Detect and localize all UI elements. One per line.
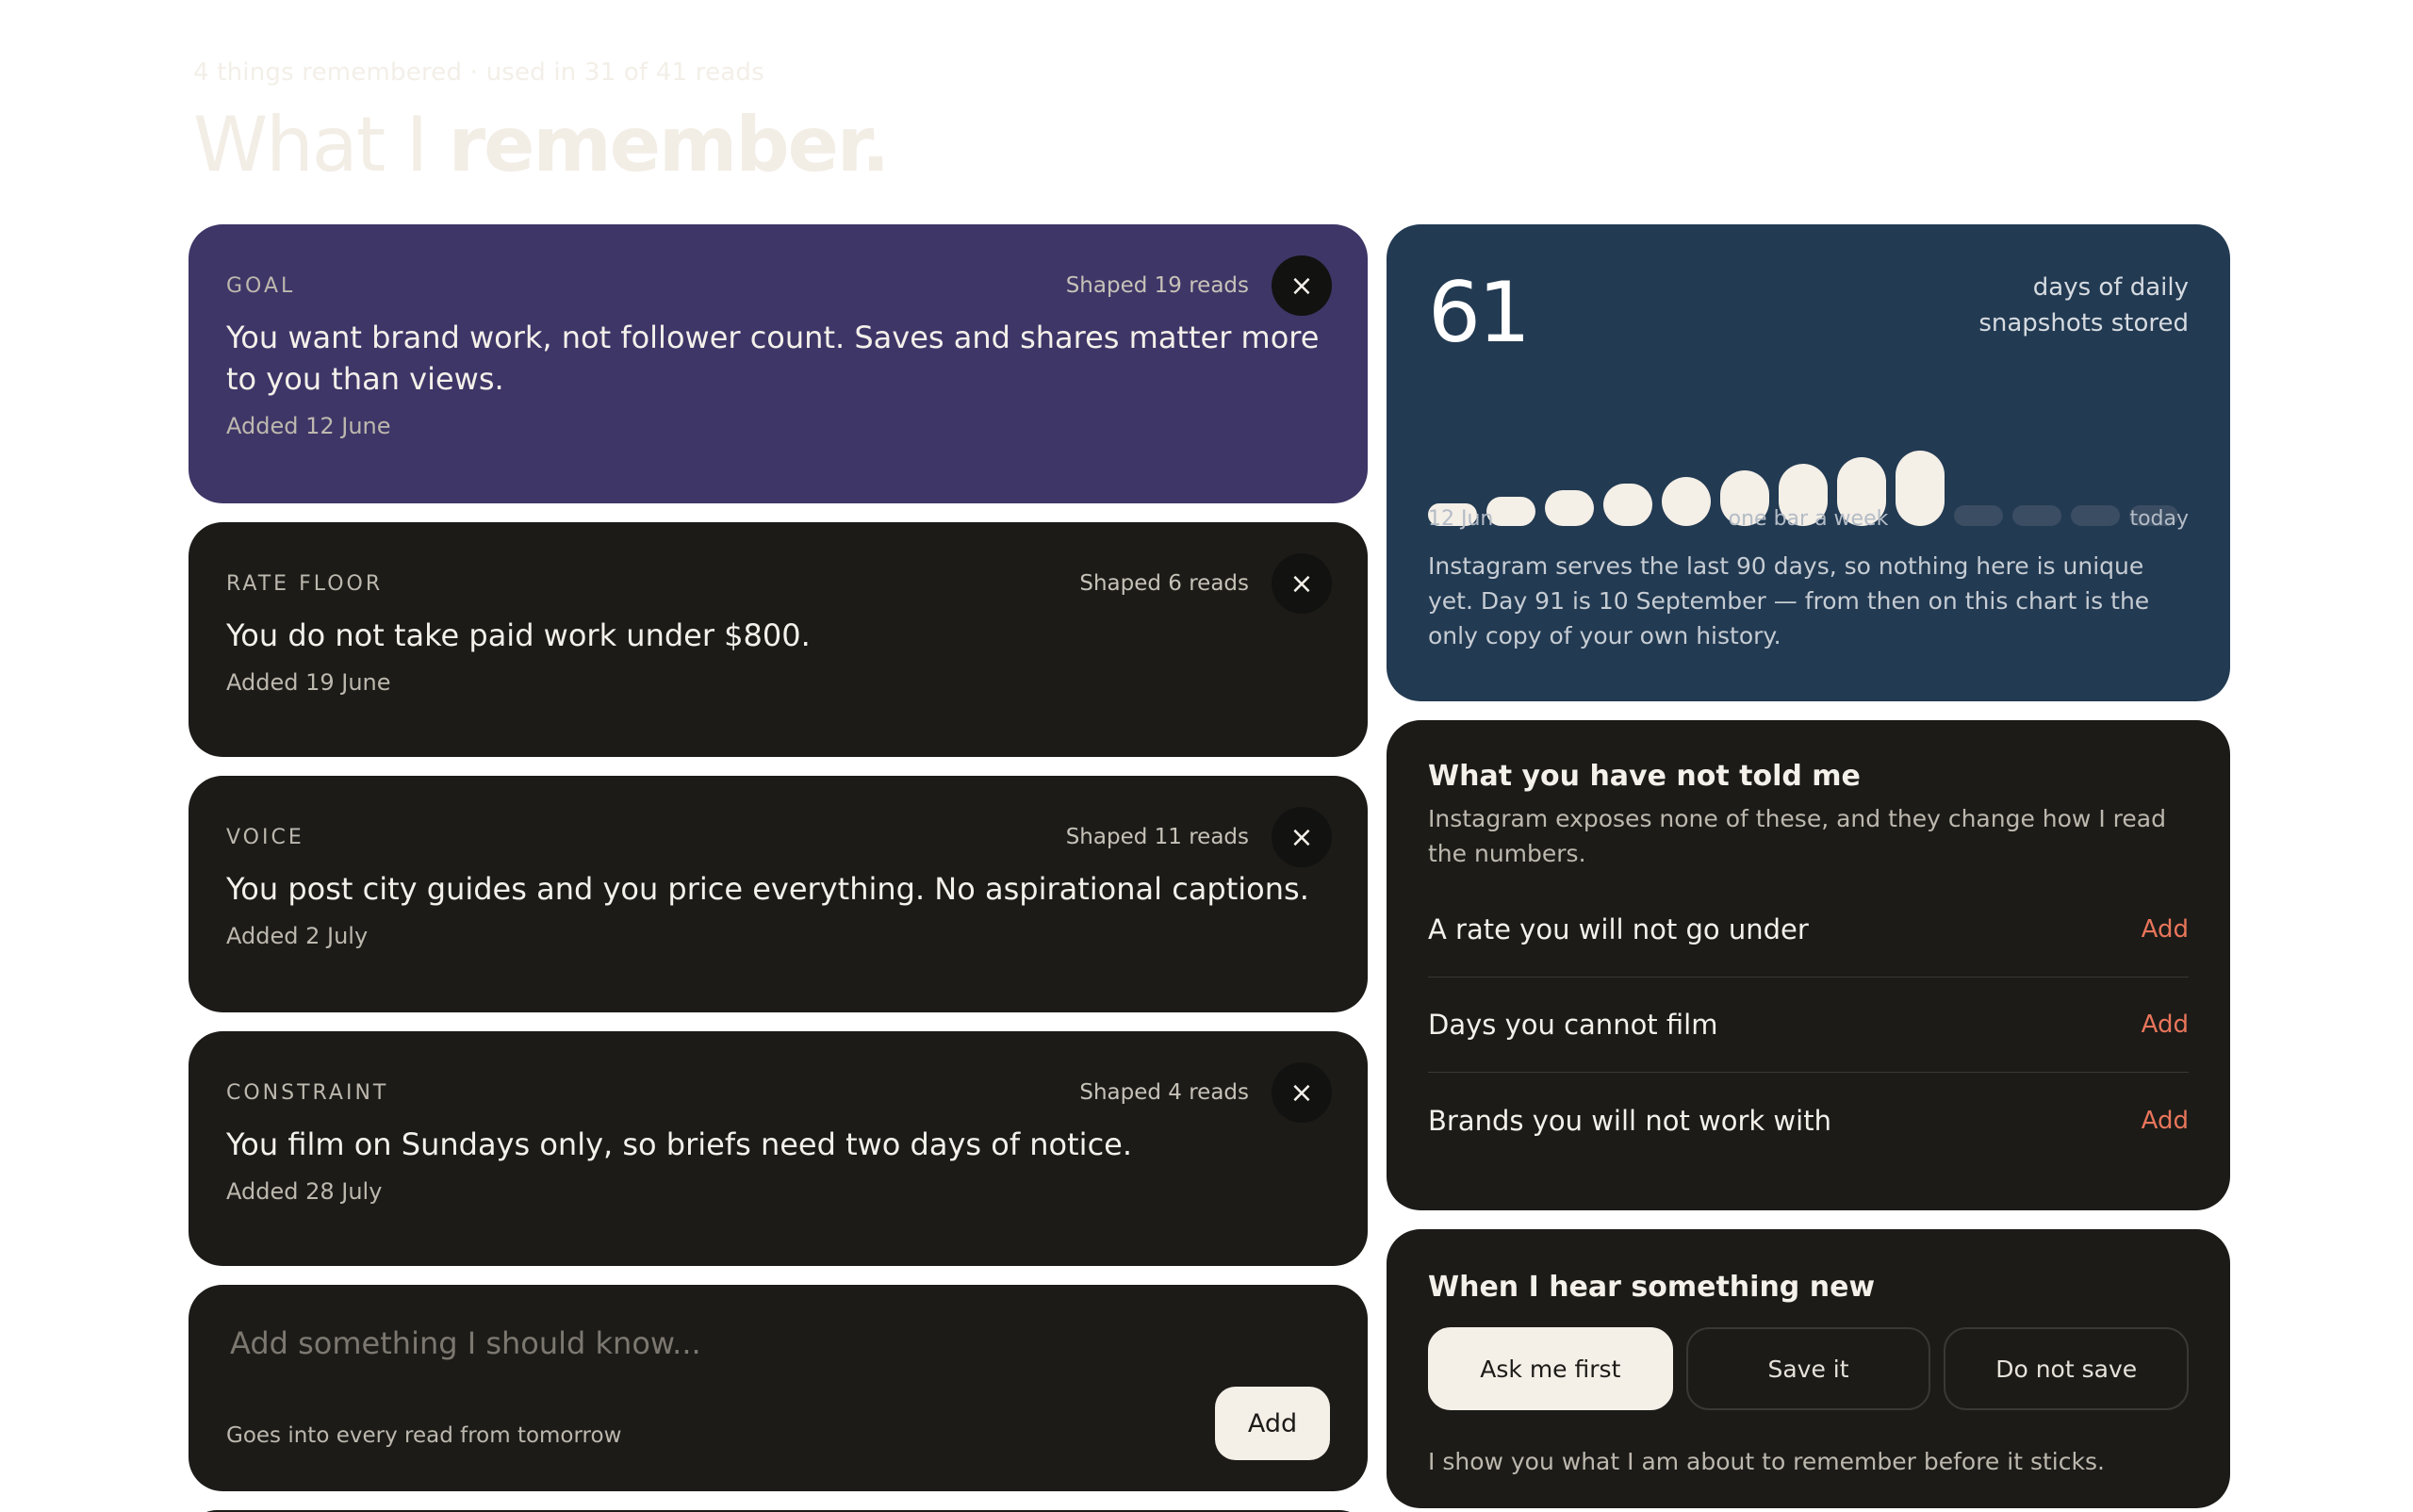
memory-text: You film on Sundays only, so briefs need…: [226, 1126, 1133, 1162]
close-icon[interactable]: ×: [1272, 255, 1332, 316]
memory-text: You post city guides and you price every…: [226, 871, 1309, 907]
scale-mid-label: one bar a week: [1728, 507, 1889, 531]
memory-added-date: Added 28 July: [226, 1178, 383, 1205]
memory-card-voice: VOICE Shaped 11 reads × You post city gu…: [189, 776, 1368, 1012]
snapshot-caption-line1: days of daily: [2032, 273, 2189, 302]
new-info-title: When I hear something new: [1428, 1271, 1876, 1304]
scale-end-label: today: [2129, 507, 2189, 531]
memory-shaped-count: Shaped 11 reads: [1065, 825, 1249, 849]
untold-list: A rate you will not go under Add Days yo…: [1428, 882, 2189, 1168]
untold-subtitle: Instagram exposes none of these, and the…: [1428, 805, 2166, 867]
untold-add-link[interactable]: Add: [2142, 1107, 2189, 1135]
close-icon[interactable]: ×: [1272, 553, 1332, 614]
untold-card: What you have not told me Instagram expo…: [1387, 720, 2230, 1210]
memories-column: GOAL Shaped 19 reads × You want brand wo…: [189, 224, 1368, 1512]
new-info-card: When I hear something new Ask me first S…: [1387, 1229, 2230, 1508]
snapshot-caption-line2: snapshots stored: [1978, 309, 2189, 337]
add-memory-input[interactable]: [226, 1319, 1169, 1368]
memory-tag: CONSTRAINT: [226, 1080, 389, 1105]
memory-card-constraint: CONSTRAINT Shaped 4 reads × You film on …: [189, 1031, 1368, 1266]
snapshots-card: 61 days of daily snapshots stored 12 Jun…: [1387, 224, 2230, 701]
page-header: 4 things remembered · used in 31 of 41 r…: [193, 58, 890, 183]
scale-start-label: 12 Jun: [1428, 507, 1494, 531]
snapshot-note: Instagram serves the last 90 days, so no…: [1428, 552, 2150, 649]
untold-item-label: Brands you will not work with: [1428, 1104, 1831, 1137]
memory-added-date: Added 12 June: [226, 413, 391, 439]
page-title-bold: remember.: [448, 101, 891, 189]
memory-tag: GOAL: [226, 273, 296, 298]
page-title-light: What I: [193, 101, 449, 189]
memory-summary: 4 things remembered · used in 31 of 41 r…: [193, 58, 764, 87]
snapshot-day-count: 61: [1428, 264, 1531, 361]
page-title: What I remember.: [193, 107, 890, 183]
memory-card-goal: GOAL Shaped 19 reads × You want brand wo…: [189, 224, 1368, 503]
chart-scale: 12 Jun one bar a week today: [1428, 507, 2189, 531]
untold-item-label: Days you cannot film: [1428, 1009, 1718, 1041]
memory-shaped-count: Shaped 6 reads: [1079, 571, 1249, 596]
untold-item: Days you cannot film Add: [1428, 978, 2189, 1073]
untold-add-link[interactable]: Add: [2142, 1011, 2189, 1039]
snapshot-caption: days of daily snapshots stored: [1978, 270, 2189, 341]
untold-item: Brands you will not work with Add: [1428, 1073, 2189, 1168]
memory-added-date: Added 2 July: [226, 923, 369, 949]
add-memory-button[interactable]: Add: [1215, 1387, 1330, 1460]
untold-item: A rate you will not go under Add: [1428, 882, 2189, 978]
memory-tag: VOICE: [226, 825, 304, 849]
untold-add-link[interactable]: Add: [2142, 915, 2189, 944]
new-info-options: Ask me first Save it Do not save: [1428, 1327, 2190, 1410]
memory-shaped-count: Shaped 4 reads: [1079, 1080, 1249, 1105]
memory-text: You do not take paid work under $800.: [226, 617, 811, 653]
option-ask-me-first[interactable]: Ask me first: [1428, 1327, 1673, 1410]
memory-text: You want brand work, not follower count.…: [226, 320, 1320, 397]
add-memory-hint: Goes into every read from tomorrow: [226, 1423, 622, 1448]
add-memory-card: Goes into every read from tomorrow Add: [189, 1285, 1368, 1491]
untold-title: What you have not told me: [1428, 760, 1861, 793]
memory-card-rate-floor: RATE FLOOR Shaped 6 reads × You do not t…: [189, 522, 1368, 757]
new-info-note: I show you what I am about to remember b…: [1428, 1448, 2105, 1475]
close-icon[interactable]: ×: [1272, 1062, 1332, 1123]
option-save-it[interactable]: Save it: [1685, 1327, 1931, 1410]
option-do-not-save[interactable]: Do not save: [1944, 1327, 2190, 1410]
memory-tag: RATE FLOOR: [226, 571, 384, 596]
untold-item-label: A rate you will not go under: [1428, 913, 1809, 945]
insights-column: 61 days of daily snapshots stored 12 Jun…: [1387, 224, 2230, 1508]
close-icon[interactable]: ×: [1272, 807, 1332, 867]
memory-shaped-count: Shaped 19 reads: [1065, 273, 1249, 298]
memory-added-date: Added 19 June: [226, 669, 391, 696]
